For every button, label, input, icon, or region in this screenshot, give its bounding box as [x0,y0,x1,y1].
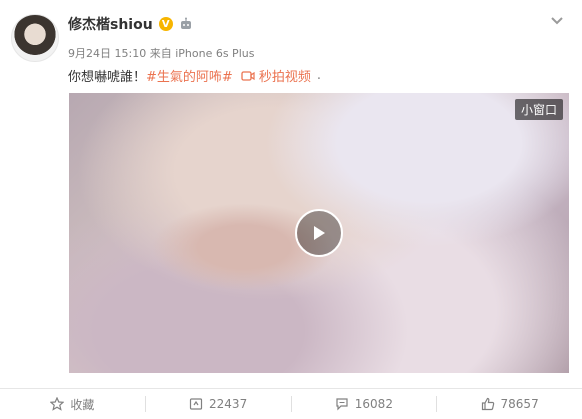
favorite-button[interactable]: 收藏 [0,396,145,413]
avatar[interactable] [11,14,59,62]
comment-count: 16082 [354,397,393,411]
post-time[interactable]: 9月24日 15:10 [68,47,146,60]
comment-icon [336,398,348,411]
username-link[interactable]: 修杰楷shiou [68,14,153,34]
robot-icon[interactable] [179,17,193,31]
play-icon [314,226,325,240]
video-player[interactable]: 小窗口 [69,93,569,373]
via-label: 来自 [149,47,172,60]
verified-badge[interactable]: V [158,17,173,31]
mini-window-button[interactable]: 小窗口 [514,99,563,120]
like-count: 78657 [500,397,539,411]
like-button[interactable]: 78657 [437,397,582,411]
thumbs-up-icon [481,397,494,411]
comment-button[interactable]: 16082 [292,397,437,411]
video-link[interactable]: 秒拍视频 [241,66,311,85]
star-icon [50,397,65,411]
device-name[interactable]: iPhone 6s Plus [175,47,254,60]
chevron-down-icon[interactable] [548,12,566,30]
post-meta: 9月24日 15:10 来自 iPhone 6s Plus [68,45,254,61]
repost-count: 22437 [209,397,248,411]
video-link-label: 秒拍视频 [258,70,311,85]
post-text: 你想嚇唬誰！ #生氣的阿咘# 秒拍视频 . [68,66,321,85]
repost-icon [189,398,203,410]
post-text-main: 你想嚇唬誰！ [68,70,147,85]
video-camera-icon [241,70,255,81]
play-button[interactable] [295,209,343,257]
favorite-label: 收藏 [70,397,95,412]
hashtag-link[interactable]: #生氣的阿咘# [146,66,233,85]
action-bar: 收藏 22437 16082 78657 [0,389,582,419]
post-text-end: . [316,68,321,83]
post-author: 修杰楷shiou V [68,14,193,34]
repost-button[interactable]: 22437 [146,397,291,411]
